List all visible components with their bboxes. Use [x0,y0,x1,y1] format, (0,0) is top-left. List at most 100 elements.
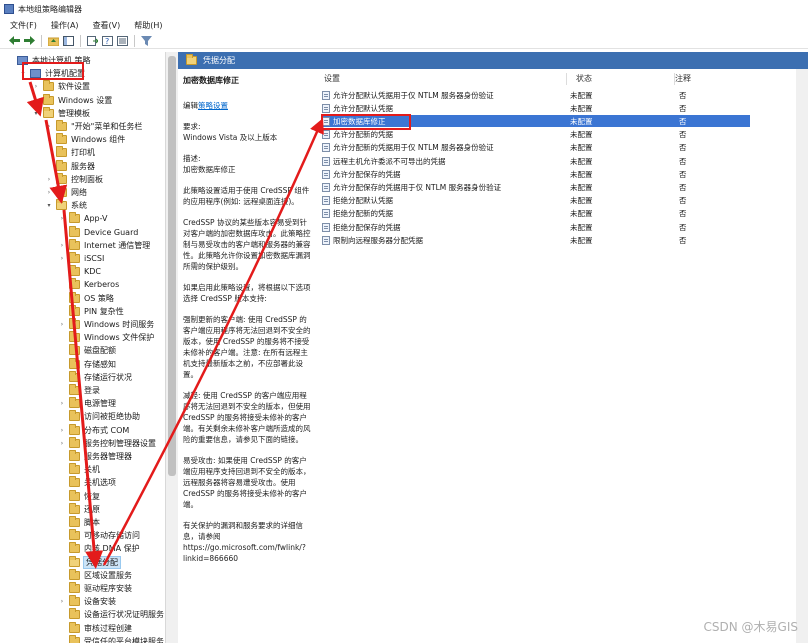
column-header-setting[interactable]: 设置 [324,73,340,85]
policy-tree[interactable]: 本地计算机 策略 ▾ 计算机配置 › 软件设置 › Windows 设置 ▾ 管理模板 › "开始"… [0,52,166,643]
policy-row[interactable]: 远程主机允许委派不可导出的凭据 未配置 否 [322,155,750,167]
tree-item[interactable]: 存储感知 [58,357,116,371]
tree-item-label: 分布式 COM [84,425,130,435]
menu-file[interactable]: 文件(F) [10,20,37,31]
tree-item[interactable]: › 分布式 COM [58,423,130,437]
show-hide-tree-icon[interactable] [62,34,75,47]
column-header-state[interactable]: 状态 [576,73,592,85]
description-paragraph: 要求: Windows Vista 及以上版本 [183,122,278,142]
menu-help[interactable]: 帮助(H) [134,20,162,31]
expand-chevron-icon[interactable]: › [58,321,66,328]
tree-item[interactable]: 服务器 [45,159,95,173]
policy-row[interactable]: 允许分配新的凭据用于仅 NTLM 服务器身份验证 未配置 否 [322,142,750,154]
folder-icon [56,133,67,145]
tree-item[interactable]: ▾ 管理模板 [32,106,90,120]
menu-action[interactable]: 操作(A) [51,20,79,31]
expand-chevron-icon[interactable]: › [58,598,66,605]
tree-item[interactable]: 还原 [58,502,100,516]
tree-item[interactable]: › App-V [58,212,108,225]
column-header-note[interactable]: 注释 [675,73,691,85]
policy-row[interactable]: 拒绝分配默认凭据 未配置 否 [322,195,750,207]
policy-state: 未配置 [570,156,593,166]
folder-icon [69,568,80,580]
tree-item[interactable]: 凭据分配 [58,555,121,569]
tree-item[interactable]: 脚本 [58,516,100,529]
expand-chevron-icon[interactable]: › [45,123,53,130]
expand-chevron-icon[interactable]: › [32,97,40,104]
edit-policy-link[interactable]: 策略设置 [198,101,228,110]
policy-row[interactable]: 拒绝分配新的凭据 未配置 否 [322,208,750,220]
expand-chevron-icon[interactable]: › [58,427,66,434]
tree-item[interactable]: › 软件设置 [32,80,90,93]
expand-chevron-icon[interactable]: › [58,440,66,447]
policy-row[interactable]: 允许分配默认凭据用于仅 NTLM 服务器身份验证 未配置 否 [322,89,750,101]
collapse-chevron-icon[interactable]: ▾ [45,202,53,209]
tree-item[interactable]: › 服务控制管理器设置 [58,436,156,450]
tree-item[interactable]: › Windows 设置 [32,93,112,107]
properties-icon[interactable] [116,34,129,47]
export-icon[interactable] [86,34,99,47]
expand-chevron-icon[interactable]: › [45,176,53,183]
tree-item[interactable]: OS 策略 [58,291,114,305]
list-scrollbar[interactable] [796,69,808,643]
tree-item[interactable]: Device Guard [58,225,138,239]
tree-item[interactable]: 受信任的平台模块服务 [58,634,164,643]
tree-item[interactable]: 打印机 [45,146,95,159]
tree-item[interactable]: 内核 DMA 保护 [58,542,140,555]
collapse-chevron-icon[interactable]: ▾ [32,110,40,117]
tree-item[interactable]: › 电源管理 [58,397,116,410]
back-arrow-icon[interactable] [8,34,21,47]
folder-icon [56,172,67,184]
tree-item-label: "开始"菜单和任务栏 [71,122,143,131]
policy-state: 未配置 [570,235,593,245]
expand-chevron-icon[interactable]: › [58,215,66,222]
policy-row[interactable]: 允许分配新的凭据 未配置 否 [322,129,750,141]
tree-item[interactable]: › 网络 [45,186,87,199]
forward-arrow-icon[interactable] [23,34,36,47]
tree-item[interactable]: KDC [58,265,101,278]
expand-chevron-icon[interactable]: › [58,242,66,249]
help-icon[interactable]: ? [101,34,114,47]
tree-item[interactable]: 区域设置服务 [58,568,132,582]
policy-row[interactable]: 允许分配保存的凭据 未配置 否 [322,168,750,180]
tree-item[interactable]: ▾ 系统 [45,199,87,212]
tree-item[interactable]: Windows 文件保护 [58,331,154,344]
tree-item[interactable]: › "开始"菜单和任务栏 [45,120,142,133]
tree-item[interactable]: 访问被拒绝协助 [58,410,140,423]
tree-item[interactable]: 关机选项 [58,476,116,489]
column-divider[interactable] [566,73,567,85]
expand-chevron-icon[interactable]: › [45,136,53,143]
tree-scrollbar[interactable] [166,52,178,643]
expand-chevron-icon[interactable]: › [32,83,40,90]
tree-item[interactable]: 服务器管理器 [58,450,132,463]
tree-item[interactable]: 关机 [58,463,100,476]
tree-item[interactable]: 驱动程序安装 [58,582,132,595]
menu-view[interactable]: 查看(V) [93,20,121,31]
policy-row[interactable]: 允许分配保存的凭据用于仅 NTLM 服务器身份验证 未配置 否 [322,181,750,193]
tree-item[interactable]: 恢复 [58,489,100,503]
tree-item[interactable]: › 控制面板 [45,172,103,186]
tree-item[interactable]: › Internet 通信管理 [58,238,150,252]
tree-item[interactable]: Kerberos [58,278,119,291]
edit-prefix: 编辑 [183,101,198,110]
tree-item[interactable]: PIN 复杂性 [58,304,124,318]
policy-row[interactable]: 拒绝分配保存的凭据 未配置 否 [322,221,750,233]
tree-scrollbar-thumb[interactable] [168,56,176,476]
tree-item[interactable]: › Windows 时间服务 [58,318,154,331]
tree-item[interactable]: 设备运行状况证明服务 [58,608,164,621]
tree-item[interactable]: › iSCSI [58,252,104,265]
filter-icon[interactable] [140,34,153,47]
folder-up-icon[interactable] [47,34,60,47]
tree-item[interactable]: 存储运行状况 [58,370,132,384]
expand-chevron-icon[interactable]: › [45,189,53,196]
tree-item[interactable]: 可移动存储访问 [58,529,140,542]
expand-chevron-icon[interactable]: › [58,400,66,407]
policy-row[interactable]: 允许分配默认凭据 未配置 否 [322,102,750,114]
tree-item[interactable]: 审核过程创建 [58,621,132,635]
expand-chevron-icon[interactable]: › [58,255,66,262]
policy-row[interactable]: 限制向远程服务器分配凭据 未配置 否 [322,234,750,246]
tree-item[interactable]: 磁盘配额 [58,344,116,357]
tree-item[interactable]: › Windows 组件 [45,133,125,146]
tree-item[interactable]: › 设备安装 [58,595,116,608]
tree-item[interactable]: 登录 [58,384,100,397]
